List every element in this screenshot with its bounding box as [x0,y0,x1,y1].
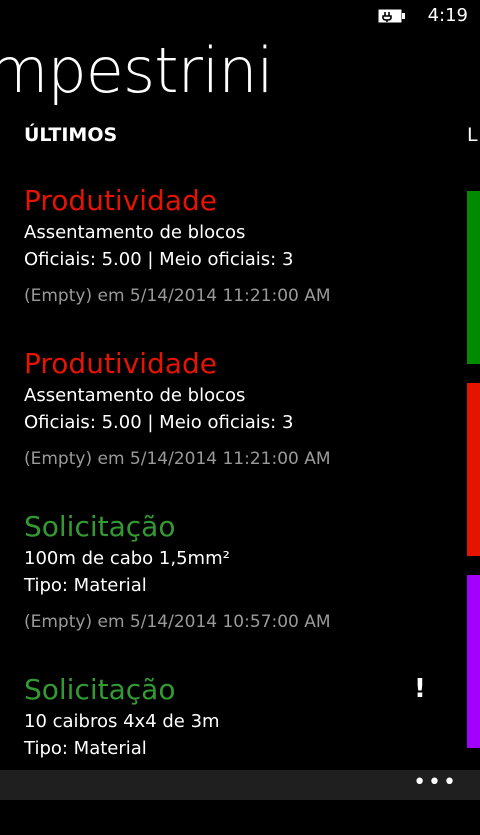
item-title: Solicitação [24,673,176,706]
item-description: Assentamento de blocos [24,222,246,243]
recent-items-list: Produtividade Assentamento de blocos Ofi… [24,183,444,835]
app-bar: ••• [0,770,480,800]
clock: 4:19 [427,5,468,26]
item-meta: (Empty) em 5/14/2014 10:57:00 AM [24,612,331,632]
tile-purple[interactable] [467,575,480,748]
item-description: 10 caibros 4x4 de 3m [24,711,220,732]
item-title: Produtividade [24,347,217,380]
tile-red[interactable] [467,383,480,556]
item-details: Oficiais: 5.00 | Meio oficiais: 3 [24,249,294,270]
battery-charging-icon [378,9,405,23]
list-item[interactable]: Produtividade Assentamento de blocos Ofi… [24,346,444,509]
item-title: Produtividade [24,184,217,217]
item-meta: (Empty) em 5/14/2014 11:21:00 AM [24,286,331,306]
list-item[interactable]: Solicitação 100m de cabo 1,5mm² Tipo: Ma… [24,509,444,672]
item-description: Assentamento de blocos [24,385,246,406]
status-bar: 4:19 [0,0,480,32]
next-section-header[interactable]: L [467,124,478,146]
important-flag-icon: ! [414,674,426,704]
section-header-ultimos[interactable]: ÚLTIMOS [24,124,117,146]
list-item[interactable]: Solicitação 10 caibros 4x4 de 3m Tipo: M… [24,672,444,835]
item-title: Solicitação [24,510,176,543]
panorama-title: mpestrini [0,34,274,107]
item-details: Tipo: Material [24,575,147,596]
list-item[interactable]: Produtividade Assentamento de blocos Ofi… [24,183,444,346]
more-options-icon[interactable]: ••• [413,772,458,794]
item-details: Oficiais: 5.00 | Meio oficiais: 3 [24,412,294,433]
tile-green[interactable] [467,191,480,364]
item-meta: (Empty) em 5/14/2014 11:21:00 AM [24,449,331,469]
item-description: 100m de cabo 1,5mm² [24,548,230,569]
item-details: Tipo: Material [24,738,147,759]
